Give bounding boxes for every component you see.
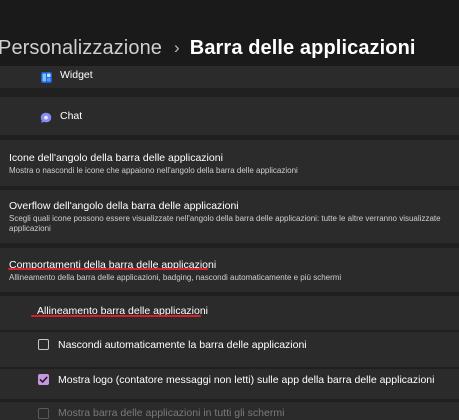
annotation-underline — [8, 268, 208, 270]
corner-icons-subtitle: Mostra o nascondi le icone che appaiono … — [9, 166, 298, 175]
taskbar-alignment-row[interactable]: Allineamento barra delle applicazioni — [0, 296, 459, 330]
taskbar-item-widget[interactable]: Widget — [0, 66, 459, 88]
breadcrumb-separator-icon: › — [174, 38, 180, 57]
widget-icon — [41, 68, 52, 83]
page-title: Barra delle applicazioni — [189, 36, 416, 59]
show-badges-option[interactable]: Mostra logo (contatore messaggi non lett… — [0, 369, 459, 399]
chat-icon — [40, 109, 52, 123]
show-badges-label: Mostra logo (contatore messaggi non lett… — [58, 374, 435, 386]
all-displays-option: Mostra barra delle applicazioni in tutti… — [0, 402, 459, 420]
auto-hide-label: Nascondi automaticamente la barra delle … — [58, 339, 307, 351]
breadcrumb: Personalizzazione › Barra delle applicaz… — [0, 33, 416, 63]
auto-hide-option[interactable]: Nascondi automaticamente la barra delle … — [0, 332, 459, 367]
taskbar-item-label: Chat — [60, 110, 83, 122]
taskbar-behaviors-section[interactable]: Comportamenti della barra delle applicaz… — [0, 248, 459, 292]
corner-overflow-subtitle-cont: applicazioni — [9, 224, 51, 233]
corner-icons-section[interactable]: Icone dell'angolo della barra delle appl… — [0, 140, 459, 186]
breadcrumb-parent-link[interactable]: Personalizzazione — [0, 37, 162, 60]
corner-overflow-section[interactable]: Overflow dell'angolo della barra delle a… — [0, 190, 459, 243]
show-badges-checkbox[interactable] — [38, 374, 49, 385]
all-displays-checkbox — [38, 408, 49, 419]
checkmark-icon — [39, 376, 48, 383]
page-header: Personalizzazione › Barra delle applicaz… — [0, 0, 459, 66]
taskbar-behaviors-subtitle: Allineamento della barra delle applicazi… — [9, 273, 342, 282]
auto-hide-checkbox[interactable] — [38, 339, 49, 350]
taskbar-item-chat[interactable]: Chat — [0, 97, 459, 135]
taskbar-item-label: Widget — [60, 69, 93, 81]
all-displays-label: Mostra barra delle applicazioni in tutti… — [58, 407, 285, 419]
annotation-underline — [31, 315, 201, 317]
corner-overflow-title: Overflow dell'angolo della barra delle a… — [9, 200, 239, 212]
corner-overflow-subtitle: Scegli quali icone possono essere visual… — [9, 214, 441, 223]
corner-icons-title: Icone dell'angolo della barra delle appl… — [9, 152, 223, 164]
settings-window: Personalizzazione › Barra delle applicaz… — [0, 0, 459, 420]
